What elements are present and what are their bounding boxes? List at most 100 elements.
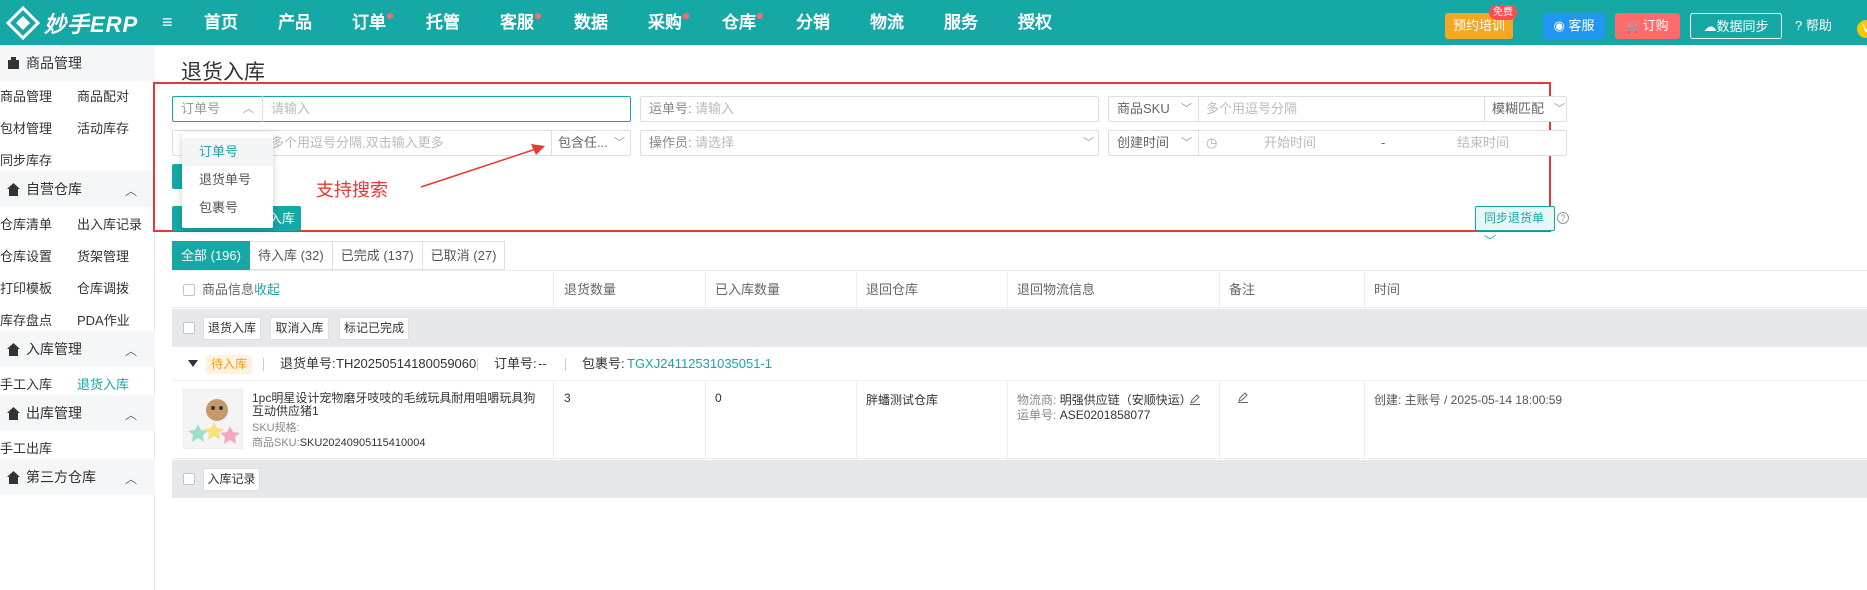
time-range-field[interactable]: 创建时间 ﹀ ◷ 开始时间 - 结束时间 (1108, 130, 1567, 156)
sidebar-item-packaging[interactable]: 包材管理 (0, 118, 52, 137)
sidebar-item-sync-stock[interactable]: 同步库存 (0, 150, 52, 169)
sidebar-section-outbound[interactable]: 出库管理 ︿ (0, 395, 155, 431)
sidebar-item-io-records[interactable]: 出入库记录 (77, 214, 142, 233)
nav-item-6[interactable]: 采购 (648, 0, 689, 45)
data-sync-button[interactable]: ☁数据同步 (1690, 13, 1782, 39)
customer-service-button[interactable]: ◉ 客服 (1543, 13, 1605, 39)
sidebar-item-manual-outbound[interactable]: 手工出库 (0, 438, 52, 457)
dropdown-option-return-no[interactable]: 退货单号 (182, 166, 273, 194)
avatar[interactable]: V (1857, 20, 1867, 38)
sidebar-item-warehouse-transfer[interactable]: 仓库调拨 (77, 278, 129, 297)
search-type-select[interactable]: 订单号 (181, 97, 220, 121)
caret-down-icon[interactable] (188, 360, 198, 367)
order-search-input[interactable]: 请输入 (271, 97, 310, 121)
notification-dot (535, 13, 541, 19)
waybill-input[interactable]: 请输入 (695, 97, 734, 121)
nav-item-11[interactable]: 授权 (1018, 0, 1052, 45)
sidebar-item-activity-stock[interactable]: 活动库存 (77, 118, 129, 137)
menu-toggle-icon[interactable]: ≡ (162, 13, 178, 31)
divider (262, 96, 263, 122)
divider (1484, 96, 1485, 122)
tab-cancelled[interactable]: 已取消 (27) (422, 241, 506, 270)
nav-item-10[interactable]: 服务 (944, 0, 978, 45)
training-button[interactable]: 预约培训 免费 (1445, 5, 1517, 39)
tab-pending[interactable]: 待入库 (32) (249, 241, 333, 270)
sku-type-select[interactable]: 商品SKU (1117, 97, 1170, 121)
tab-completed[interactable]: 已完成 (137) (332, 241, 423, 270)
nav-item-9[interactable]: 物流 (870, 0, 904, 45)
time-type-select[interactable]: 创建时间 (1117, 131, 1169, 155)
chevron-down-icon: ﹀ (1181, 137, 1192, 149)
sidebar-item-pda[interactable]: PDA作业 (77, 310, 130, 329)
sku-field[interactable]: 商品SKU ﹀ 多个用逗号分隔 模糊匹配 ﹀ (1108, 96, 1567, 122)
operator-select[interactable]: 请选择 (695, 131, 734, 155)
sidebar-item-return-inbound[interactable]: 退货入库 (77, 374, 129, 393)
sync-return-button[interactable]: 同步退货单 ﹀ (1475, 206, 1555, 248)
notification-dot (387, 13, 393, 19)
nav-item-3[interactable]: 托管 (426, 0, 460, 45)
nav-item-5[interactable]: 数据 (574, 0, 608, 45)
divider (263, 358, 264, 371)
operator-field[interactable]: 操作员: 请选择 ﹀ (640, 130, 1099, 156)
order-search-field[interactable]: 订单号 ︿ 请输入 (172, 96, 631, 122)
sidebar-section-inbound[interactable]: 入库管理 ︿ (0, 331, 155, 367)
edit-logistics-icon[interactable] (1189, 393, 1201, 405)
sidebar-item-print-template[interactable]: 打印模板 (0, 278, 52, 297)
main-nav: 首页 产品 订单 托管 客服 数据 采购 仓库 分销 物流 服务 授权 (204, 0, 1092, 45)
sidebar-section-own-warehouse[interactable]: 自营仓库 ︿ (0, 171, 155, 207)
sidebar-item-stocktake[interactable]: 库存盘点 (0, 310, 52, 329)
carrier-value: 明强供应链（安顺快运） (1059, 393, 1192, 407)
order-purchase-button[interactable]: 🛒订购 (1615, 13, 1680, 39)
sidebar-item-shelf-manage[interactable]: 货架管理 (77, 246, 129, 265)
waybill-field[interactable]: 运单号: 请输入 (640, 96, 1099, 122)
help-link[interactable]: ? 帮助 (1795, 13, 1832, 39)
sidebar-section-product[interactable]: 商品管理 (0, 45, 155, 81)
service-icon: ◉ (1553, 18, 1565, 33)
contains-select[interactable]: 包含任... (558, 131, 608, 155)
col-return-warehouse: 退回仓库 (866, 282, 919, 297)
chevron-up-icon: ︿ (124, 184, 137, 198)
row-footer-checkbox[interactable] (183, 473, 195, 485)
chevron-down-icon: ﹀ (1484, 234, 1497, 248)
stocked-qty-value: 0 (715, 391, 722, 405)
select-all-checkbox[interactable] (183, 284, 195, 296)
cloud-icon: ☁ (1703, 19, 1717, 34)
package-no-link[interactable]: TGXJ24112531035051-1 (627, 347, 772, 381)
dropdown-option-package-no[interactable]: 包裹号 (182, 194, 273, 222)
match-mode-select[interactable]: 模糊匹配 (1492, 97, 1544, 121)
help-circle-icon[interactable]: ? (1557, 212, 1569, 224)
product-title[interactable]: 1pc明星设计宠物磨牙吱吱的毛绒玩具耐用咀嚼玩具狗互动供应猪1 (252, 392, 542, 418)
batch-select-checkbox[interactable] (183, 322, 195, 334)
nav-item-1[interactable]: 产品 (278, 0, 312, 45)
batch-return-inbound-button[interactable]: 退货入库 (203, 317, 261, 340)
order-no-value: -- (538, 356, 547, 371)
inbound-records-button[interactable]: 入库记录 (203, 468, 260, 491)
waybill-line: 运单号: ASE0201858077 (1017, 406, 1150, 423)
nav-item-7[interactable]: 仓库 (722, 0, 763, 45)
nav-item-0[interactable]: 首页 (204, 0, 238, 45)
collapse-link[interactable]: 收起 (254, 271, 280, 309)
tab-all[interactable]: 全部 (196) (172, 241, 250, 270)
end-time-input[interactable]: 结束时间 (1457, 131, 1509, 155)
dropdown-option-order-no[interactable]: 订单号 (182, 138, 273, 166)
logo[interactable]: 妙手ERP (5, 5, 138, 41)
column-divider (1364, 271, 1365, 309)
sidebar-section-third-party[interactable]: 第三方仓库 ︿ (0, 459, 155, 495)
product-thumbnail[interactable] (183, 389, 243, 449)
sidebar-item-manual-inbound[interactable]: 手工入库 (0, 374, 52, 393)
nav-item-4[interactable]: 客服 (500, 0, 541, 45)
edit-remark-icon[interactable] (1237, 391, 1249, 403)
start-time-input[interactable]: 开始时间 (1264, 131, 1316, 155)
batch-cancel-inbound-button[interactable]: 取消入库 (270, 317, 329, 340)
sidebar-item-product-pairing[interactable]: 商品配对 (77, 86, 129, 105)
col-time: 时间 (1374, 282, 1401, 297)
nav-item-2[interactable]: 订单 (352, 0, 393, 45)
sidebar-item-product-manage[interactable]: 商品管理 (0, 86, 52, 105)
batch-mark-completed-button[interactable]: 标记已完成 (339, 317, 409, 340)
nav-item-8[interactable]: 分销 (796, 0, 830, 45)
question-icon: ? (1795, 18, 1803, 33)
sku-input[interactable]: 多个用逗号分隔 (1206, 97, 1297, 121)
sidebar-item-warehouse-settings[interactable]: 仓库设置 (0, 246, 52, 265)
sidebar-item-warehouse-list[interactable]: 仓库清单 (0, 214, 52, 233)
top-nav: 妙手ERP ≡ 首页 产品 订单 托管 客服 数据 采购 仓库 分销 物流 服务 授权 预约培训 免费… (0, 0, 1867, 45)
